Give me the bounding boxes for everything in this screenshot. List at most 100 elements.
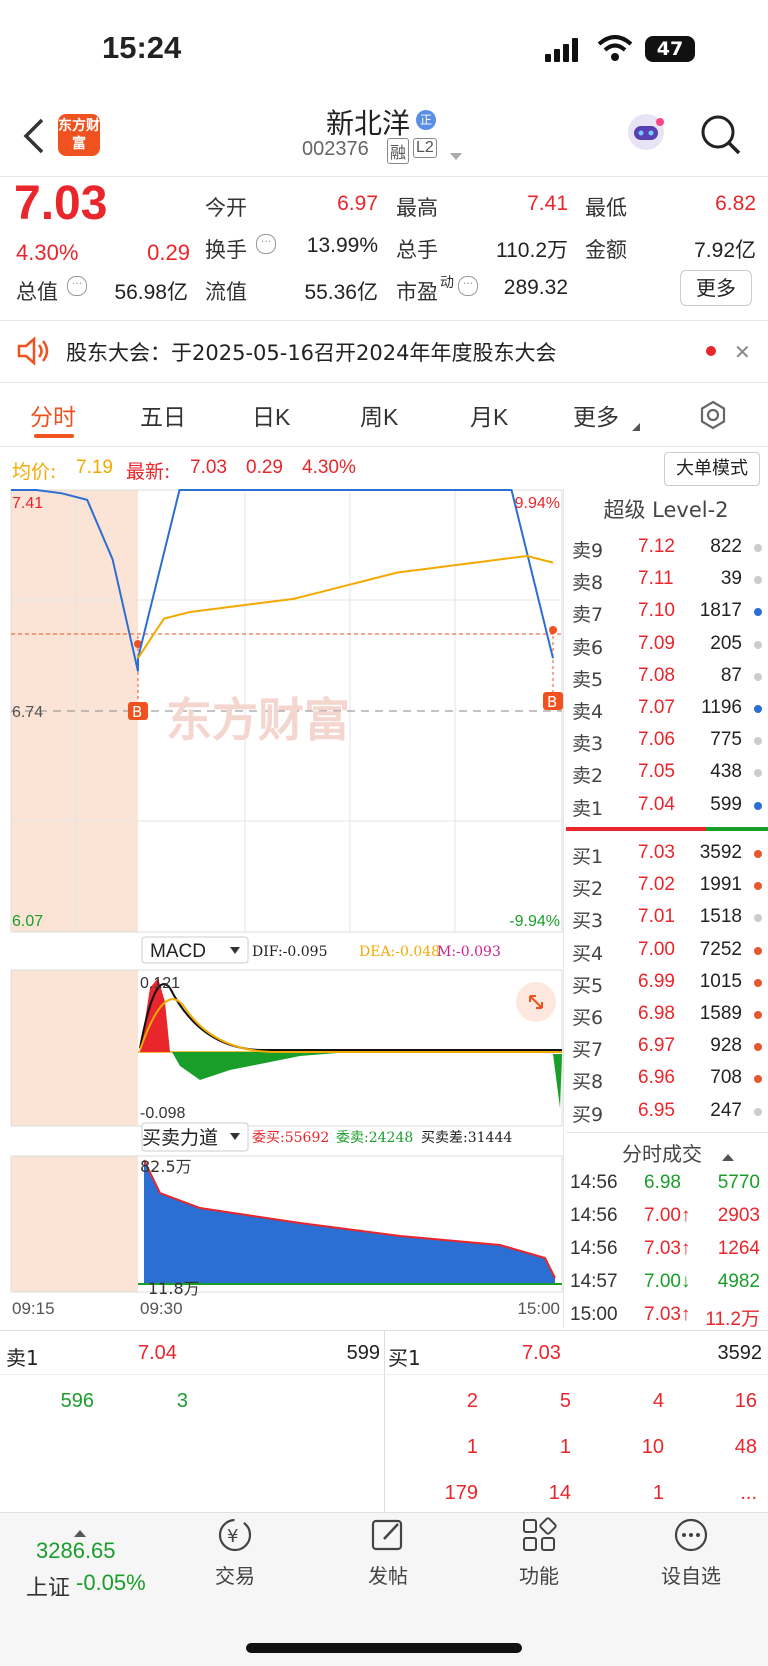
pe-label: 市盈	[396, 280, 438, 304]
index-pct[interactable]: -0.05%	[76, 1570, 146, 1596]
trade-price: 6.98	[644, 1172, 681, 1193]
status-bar: 15:24 47	[0, 0, 768, 100]
tab-5day[interactable]: 五日	[140, 398, 186, 432]
macd-dea: DEA:-0.048	[359, 944, 440, 960]
bid-price: 7.01	[638, 906, 675, 928]
bid-level: 买3	[572, 910, 604, 933]
ask-dot	[754, 705, 762, 713]
tab-more[interactable]: 更多	[573, 398, 619, 432]
bid-row[interactable]: 买6 6.98 1589	[566, 999, 768, 1031]
bid-row[interactable]: 买3 7.01 1518	[566, 902, 768, 934]
info-icon[interactable]: ···	[256, 234, 276, 254]
tab-monthly[interactable]: 月K	[470, 398, 508, 432]
bid-row[interactable]: 买1 7.03 3592	[566, 838, 768, 870]
ask-row[interactable]: 卖6 7.09 205	[566, 629, 768, 661]
buy-queue-order: 5	[559, 1390, 571, 1412]
ask-dot	[754, 801, 762, 810]
marker-dot	[549, 626, 557, 634]
pe-value: 289.32	[503, 276, 568, 299]
low-value: 6.82	[715, 192, 756, 215]
nav-trade[interactable]: ¥ 交易	[180, 1515, 290, 1589]
macd-green-bars	[553, 1054, 562, 1108]
low-label: 最低	[585, 196, 627, 220]
edit-icon	[371, 1519, 403, 1551]
buy-queue-order: 48	[734, 1436, 757, 1458]
trade-time: 14:56	[570, 1238, 618, 1259]
ask-row[interactable]: 卖5 7.08 87	[566, 661, 768, 693]
index-name[interactable]: 上证	[26, 1570, 70, 1602]
bid-row[interactable]: 买9 6.95 247	[566, 1096, 768, 1128]
ask-dot	[754, 737, 762, 746]
big-order-button[interactable]: 大单模式	[664, 452, 760, 486]
buy-queue-order: 1	[652, 1482, 664, 1504]
nav-post[interactable]: 发帖	[333, 1515, 443, 1589]
bid-volume: 1518	[699, 906, 742, 928]
tab-weekly[interactable]: 周K	[360, 398, 398, 432]
buy-queue-order: 179	[444, 1482, 478, 1504]
robot-assistant-icon[interactable]	[624, 110, 668, 154]
ask-row[interactable]: 卖7 7.10 1817	[566, 596, 768, 628]
premarket-shade	[11, 970, 138, 1126]
ask-volume: 599	[710, 793, 742, 815]
bid-volume: 1589	[699, 1003, 742, 1024]
dropdown-icon[interactable]	[450, 146, 462, 165]
app-logo: 东方财富	[58, 114, 100, 156]
bid-level: 买4	[572, 942, 604, 965]
force-area	[144, 1160, 555, 1284]
bid-row[interactable]: 买4 7.00 7252	[566, 935, 768, 967]
bid-level: 买7	[572, 1039, 604, 1062]
ratio-bar-green	[706, 827, 768, 831]
ask-price: 7.07	[638, 697, 675, 718]
ask-row[interactable]: 卖4 7.07 1196	[566, 693, 768, 725]
more-button[interactable]: 更多	[680, 270, 752, 306]
nav-function[interactable]: 功能	[484, 1515, 594, 1589]
ratio-bar-red	[566, 827, 706, 831]
sell-queue-order: 596	[60, 1390, 94, 1412]
trade-price: 7.00↑	[644, 1205, 691, 1226]
level2-title[interactable]: 超级 Level-2	[566, 494, 766, 524]
ask-price: 7.05	[638, 761, 675, 783]
y-top-label: 7.41	[12, 495, 43, 512]
stock-header: 东方财富 新北洋 正 002376 融 L2	[0, 100, 768, 177]
buy-marker-label: B	[132, 703, 142, 721]
pct-bottom-label: -9.94%	[509, 913, 560, 930]
nav-watchlist[interactable]: 设自选	[636, 1515, 746, 1589]
trades-title[interactable]: 分时成交	[622, 1138, 702, 1167]
ask-row[interactable]: 卖1 7.04 599	[566, 790, 768, 822]
latest-value: 7.03	[190, 457, 227, 478]
chevron-up-icon[interactable]	[722, 1146, 734, 1165]
divider	[563, 488, 564, 1328]
expand-icon[interactable]	[516, 982, 556, 1022]
ask-price: 7.08	[638, 664, 675, 686]
bid-row[interactable]: 买2 7.02 1991	[566, 870, 768, 902]
bid-row[interactable]: 买8 6.96 708	[566, 1063, 768, 1095]
buy-queue-order: 2	[466, 1390, 478, 1412]
bid-dot	[754, 914, 762, 923]
ask-level: 卖5	[572, 668, 604, 691]
ask-row[interactable]: 卖3 7.06 775	[566, 725, 768, 757]
divider	[0, 382, 768, 383]
close-icon[interactable]: ✕	[734, 340, 751, 364]
bid-row[interactable]: 买5 6.99 1015	[566, 967, 768, 999]
tab-daily[interactable]: 日K	[252, 398, 290, 432]
settings-icon[interactable]	[698, 400, 728, 434]
ask-row[interactable]: 卖2 7.05 438	[566, 757, 768, 789]
ask-row[interactable]: 卖8 7.11 39	[566, 564, 768, 596]
search-icon[interactable]	[700, 114, 742, 160]
bid-level: 买6	[572, 1007, 604, 1029]
buy-queue-order: ...	[740, 1482, 757, 1504]
trade-row: 14:57 7.00↓ 4982	[566, 1267, 768, 1299]
buy-queue-order: 4	[652, 1390, 664, 1412]
bid-level: 买5	[572, 974, 604, 997]
notice-text[interactable]: 股东大会：于2025-05-16召开2024年年度股东大会	[66, 337, 556, 367]
index-value[interactable]: 3286.65	[36, 1538, 116, 1564]
back-icon[interactable]	[22, 118, 46, 158]
info-icon[interactable]: ···	[67, 276, 87, 296]
intraday-chart[interactable]: 东方财富 B B 7.41 6.74 6.07 9.94% -9.94% MAC…	[0, 488, 566, 1318]
bid-level: 买1	[572, 846, 604, 868]
bid-row[interactable]: 买7 6.97 928	[566, 1031, 768, 1063]
info-icon[interactable]: ···	[458, 276, 478, 296]
ask-row[interactable]: 卖9 7.12 822	[566, 532, 768, 564]
tab-intraday[interactable]: 分时	[30, 398, 76, 432]
volume-label: 总手	[396, 238, 438, 262]
